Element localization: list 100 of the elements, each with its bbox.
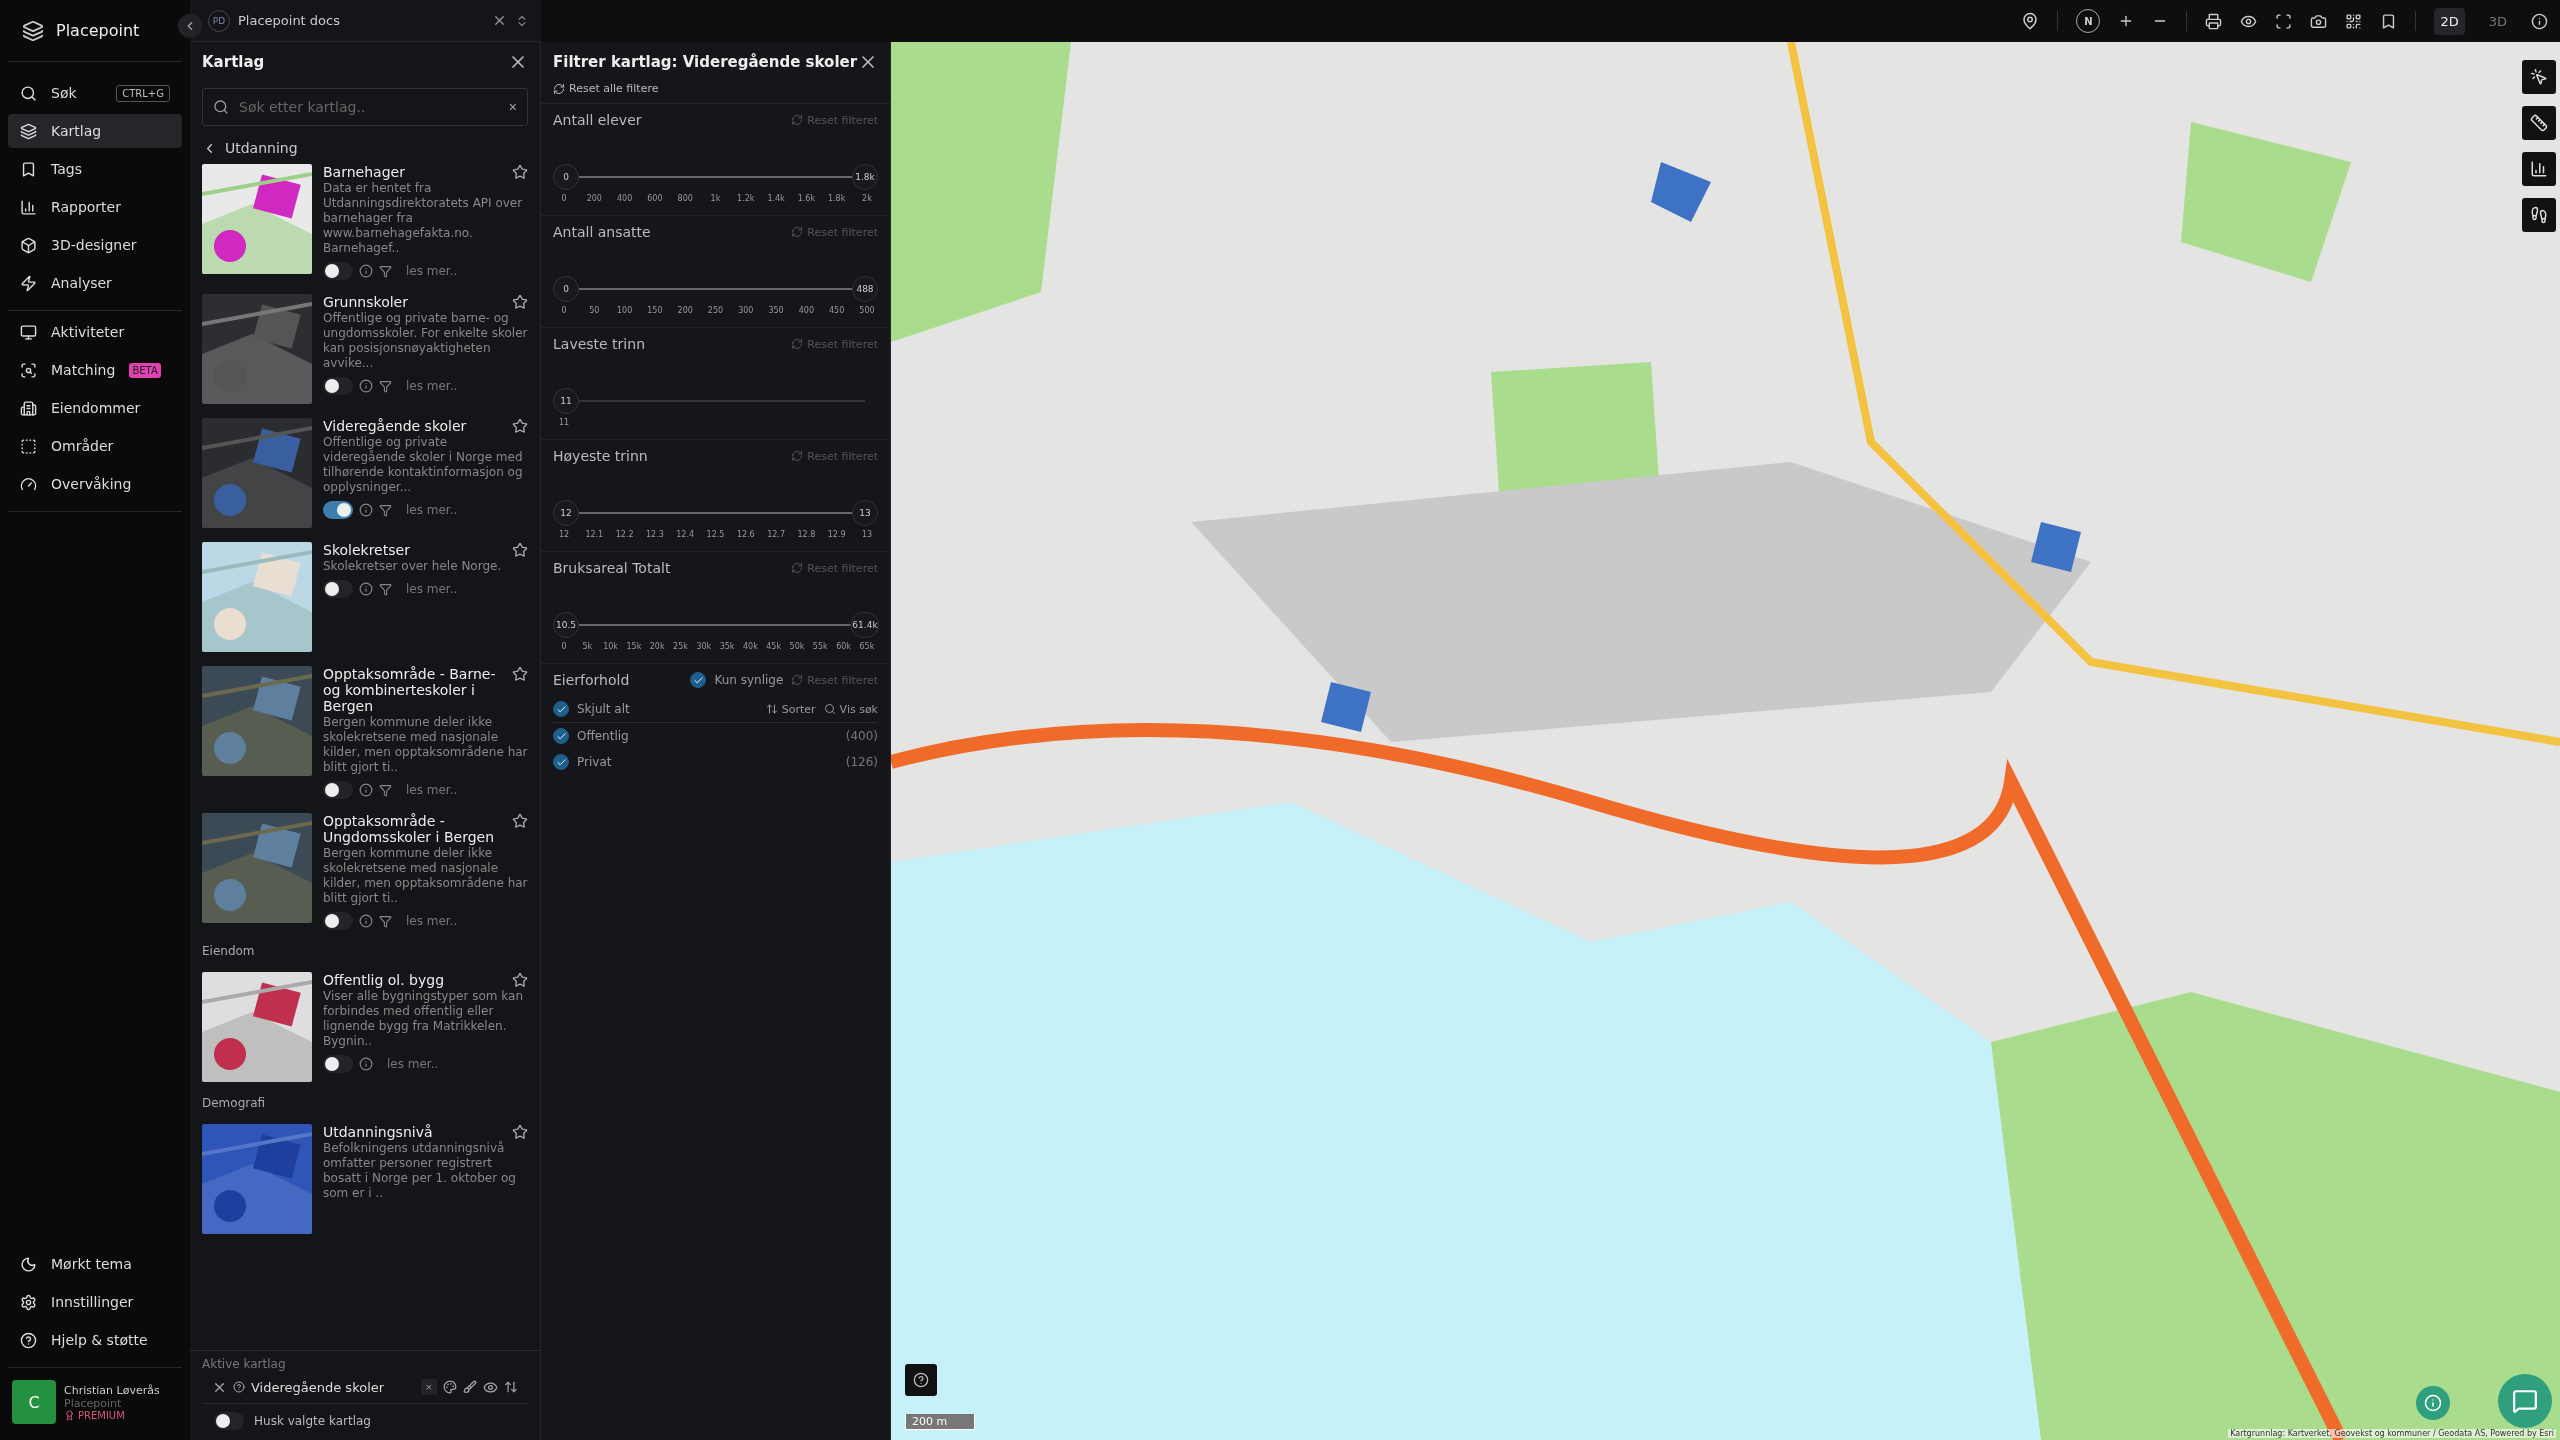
slider-thumb[interactable]: 11 [553,388,579,414]
walking-time-button[interactable] [2522,198,2556,232]
filter-icon[interactable] [379,264,392,278]
nav-item[interactable]: Mørkt tema [8,1247,182,1281]
info-icon[interactable] [2531,12,2548,30]
camera-icon[interactable] [2310,12,2328,30]
layer-toggle[interactable] [323,501,353,519]
slider-thumb[interactable]: 10.5 [553,612,579,638]
layer-toggle[interactable] [323,781,353,799]
nav-item[interactable]: Matching BETA [8,353,182,387]
user-avatar[interactable]: C [12,1380,56,1424]
info-icon[interactable] [359,783,373,797]
layer-toggle[interactable] [323,580,353,598]
nav-item[interactable]: Hjelp & støtte [8,1323,182,1357]
layer-toggle[interactable] [323,262,353,280]
filter-icon[interactable] [379,379,392,393]
brush-icon[interactable] [463,1380,477,1394]
checkbox-label: Kun synlige [714,673,784,687]
read-more-link[interactable]: les mer.. [387,1057,439,1071]
sort-icon [765,703,778,715]
view-mode-button[interactable]: 2D [2434,7,2465,35]
search-scan-icon [20,361,37,379]
read-more-link[interactable]: les mer.. [406,783,458,797]
star-icon[interactable] [512,542,528,558]
read-more-link[interactable]: les mer.. [406,379,458,393]
star-icon[interactable] [512,418,528,434]
checkbox[interactable] [690,672,707,688]
layer-toggle[interactable] [323,912,353,930]
star-icon[interactable] [512,666,528,682]
remember-toggle[interactable] [214,1412,244,1430]
star-icon[interactable] [512,294,528,310]
grid-icon[interactable] [2345,12,2363,30]
range-slider[interactable]: 10.5 61.4k [553,612,878,638]
location-pin-icon[interactable] [2021,12,2040,30]
slider-thumb[interactable]: 0 [553,276,579,302]
read-more-link[interactable]: les mer.. [406,264,458,278]
show-search-button[interactable]: Vis søk [823,702,878,716]
tick-label: 12.2 [614,530,635,539]
layer-toggle[interactable] [323,1055,353,1073]
search-field[interactable]: Søk etter kartlag.. × [202,88,528,126]
slider-thumb[interactable]: 61.4k [850,612,880,638]
nav-item[interactable]: Søk CTRL+G [8,76,182,110]
reset-all-button[interactable]: Reset alle filtere [541,82,890,104]
info-icon[interactable] [359,582,373,596]
clear-button[interactable]: × [508,99,517,115]
info-icon[interactable] [359,379,373,393]
star-icon[interactable] [512,164,528,180]
workspace-name[interactable]: Placepoint docs [238,13,484,28]
slider-thumb[interactable]: 13 [852,500,878,526]
nav-item[interactable]: Eiendommer [8,391,182,425]
view-mode-button[interactable]: 3D [2482,7,2513,35]
nav-item[interactable]: Analyser [8,266,182,300]
nav-item[interactable]: 3D-designer [8,228,182,262]
close-icon[interactable] [492,13,507,28]
info-icon[interactable] [359,264,373,278]
reorder-icon[interactable] [504,1380,518,1394]
checkbox[interactable] [553,754,569,770]
nav-item[interactable]: Tags [8,152,182,186]
info-icon[interactable] [359,914,373,928]
info-icon[interactable] [359,1057,373,1071]
slider-thumb[interactable]: 488 [852,276,878,302]
category-link[interactable]: Utdanning [225,140,298,156]
layer-toggle[interactable] [323,377,353,395]
fullscreen-icon[interactable] [2275,12,2293,30]
nav-item[interactable]: Overvåking [8,467,182,501]
nav-item[interactable]: Kartlag [8,114,182,148]
info-icon[interactable] [359,503,373,517]
chart-button[interactable] [2522,152,2556,186]
slider-thumb[interactable]: 0 [553,164,579,190]
filter-icon[interactable] [379,582,392,596]
star-icon[interactable] [512,972,528,988]
star-icon[interactable] [512,813,528,829]
sort-button[interactable]: Sorter [765,702,816,716]
logo-icon [22,19,44,42]
range-slider[interactable]: 12 13 [553,500,878,526]
range-slider[interactable]: 0 1.8k [553,164,878,190]
checkbox[interactable] [553,701,569,717]
nav-item[interactable]: Aktiviteter [8,315,182,349]
measure-button[interactable] [2522,106,2556,140]
select-tool-button[interactable] [2522,60,2556,94]
read-more-link[interactable]: les mer.. [406,582,458,596]
search-icon [823,703,836,715]
filter-icon[interactable] [379,503,392,517]
checkbox[interactable] [553,728,569,744]
printer-icon[interactable] [2205,12,2223,30]
help-button[interactable] [905,1364,937,1396]
read-more-link[interactable]: les mer.. [406,914,458,928]
slider-thumb[interactable]: 1.8k [852,164,878,190]
nav-item[interactable]: Områder [8,429,182,463]
star-icon[interactable] [512,1124,528,1140]
nav-item[interactable]: Rapporter [8,190,182,224]
nav-item[interactable]: Innstillinger [8,1285,182,1319]
read-more-link[interactable]: les mer.. [406,503,458,517]
filter-icon[interactable] [379,783,392,797]
clear-filter-button[interactable]: × [420,1379,437,1395]
palette-icon[interactable] [443,1380,457,1394]
eye-icon[interactable] [483,1379,498,1395]
range-slider[interactable]: 0 488 [553,276,878,302]
slider-thumb[interactable]: 12 [553,500,579,526]
filter-icon[interactable] [379,914,392,928]
